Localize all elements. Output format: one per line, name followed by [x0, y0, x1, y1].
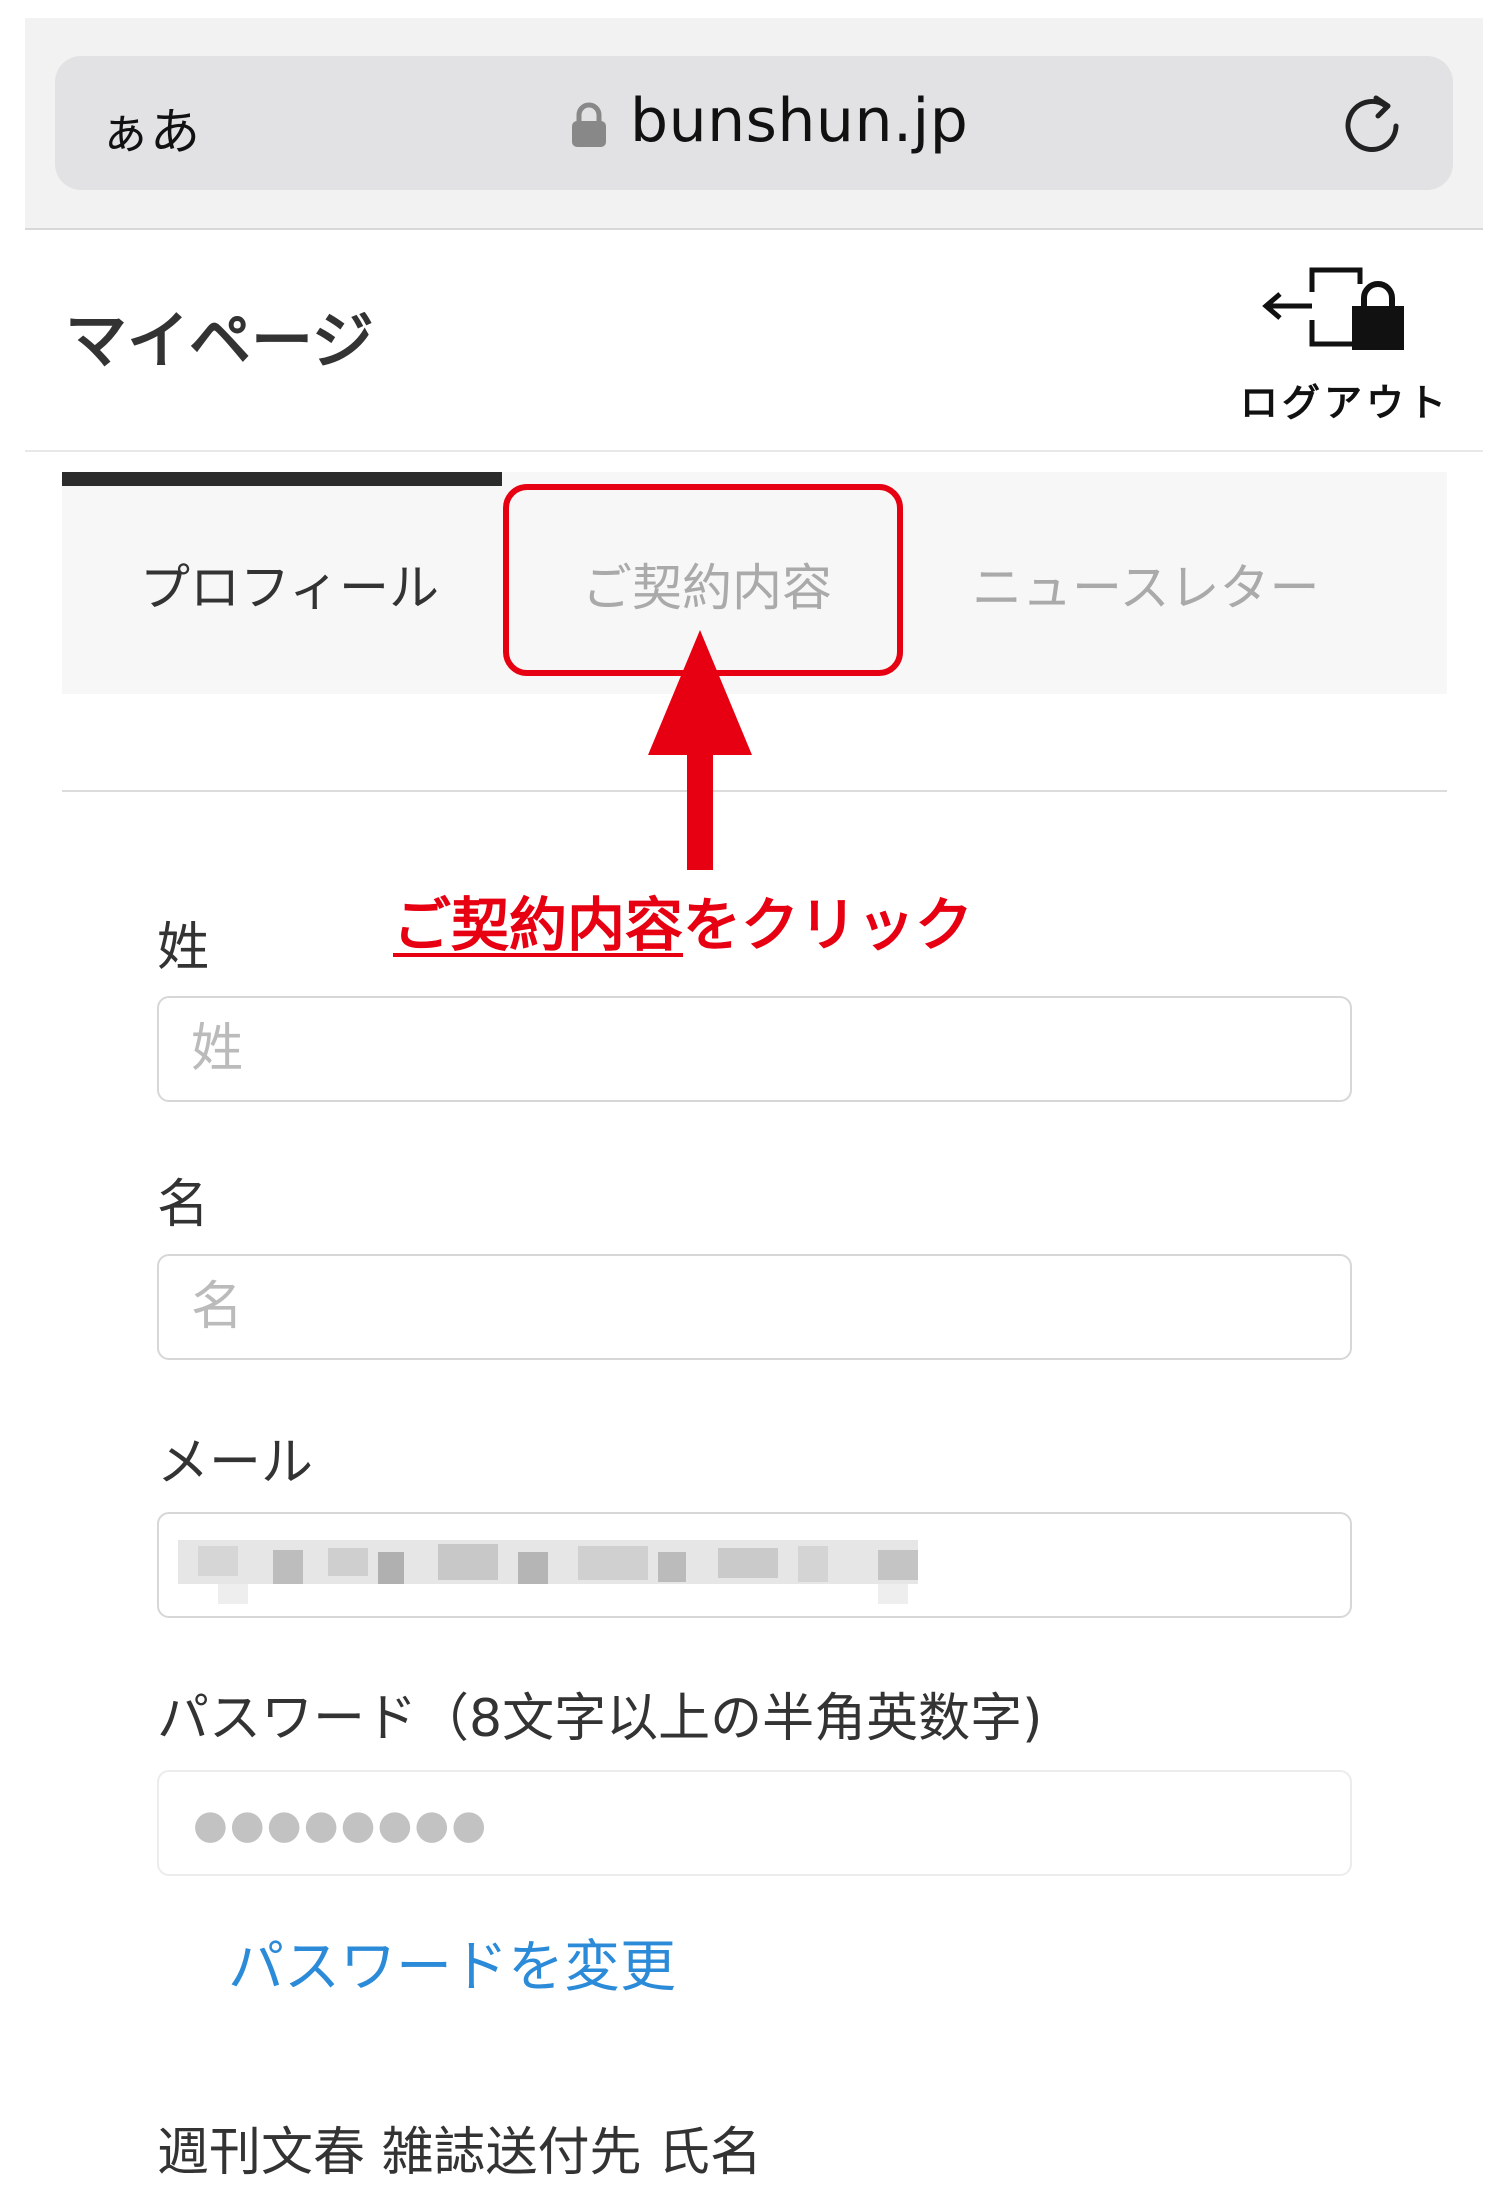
change-password-link[interactable]: パスワードを変更 [228, 1922, 676, 2003]
lock-icon [572, 102, 606, 147]
last-name-label: 姓 [157, 918, 210, 978]
url-text[interactable]: bunshun.jp [630, 86, 968, 156]
tab-profile[interactable]: プロフィール [140, 548, 439, 620]
logout-label[interactable]: ログアウト [1240, 372, 1450, 427]
first-name-label: 名 [157, 1175, 210, 1235]
tab-newsletter[interactable]: ニュースレター [972, 548, 1320, 620]
reload-icon[interactable] [1340, 92, 1404, 156]
annotation-arrow-icon [648, 630, 752, 870]
page-title: マイページ [65, 304, 374, 377]
annotation-text: ご契約内容をクリック [393, 878, 973, 962]
annotation-highlight-text: ご契約内容 [393, 891, 684, 959]
divider [25, 450, 1483, 452]
annotation-rest-text: をクリック [683, 891, 974, 959]
password-label: パスワード（8文字以上の半角英数字) [157, 1689, 1043, 1749]
email-label: メール [157, 1433, 314, 1493]
password-mask: ●●●●●●●● [193, 1802, 489, 1848]
logout-icon[interactable] [1262, 262, 1410, 354]
text-size-button[interactable]: ぁあ [100, 92, 200, 164]
magazine-recipient-name-label: 週刊文春 雑誌送付先 氏名 [157, 2123, 763, 2183]
first-name-field[interactable] [157, 1254, 1352, 1360]
active-tab-indicator [62, 472, 502, 486]
last-name-field[interactable] [157, 996, 1352, 1102]
redacted-email-pixelation [178, 1540, 918, 1604]
